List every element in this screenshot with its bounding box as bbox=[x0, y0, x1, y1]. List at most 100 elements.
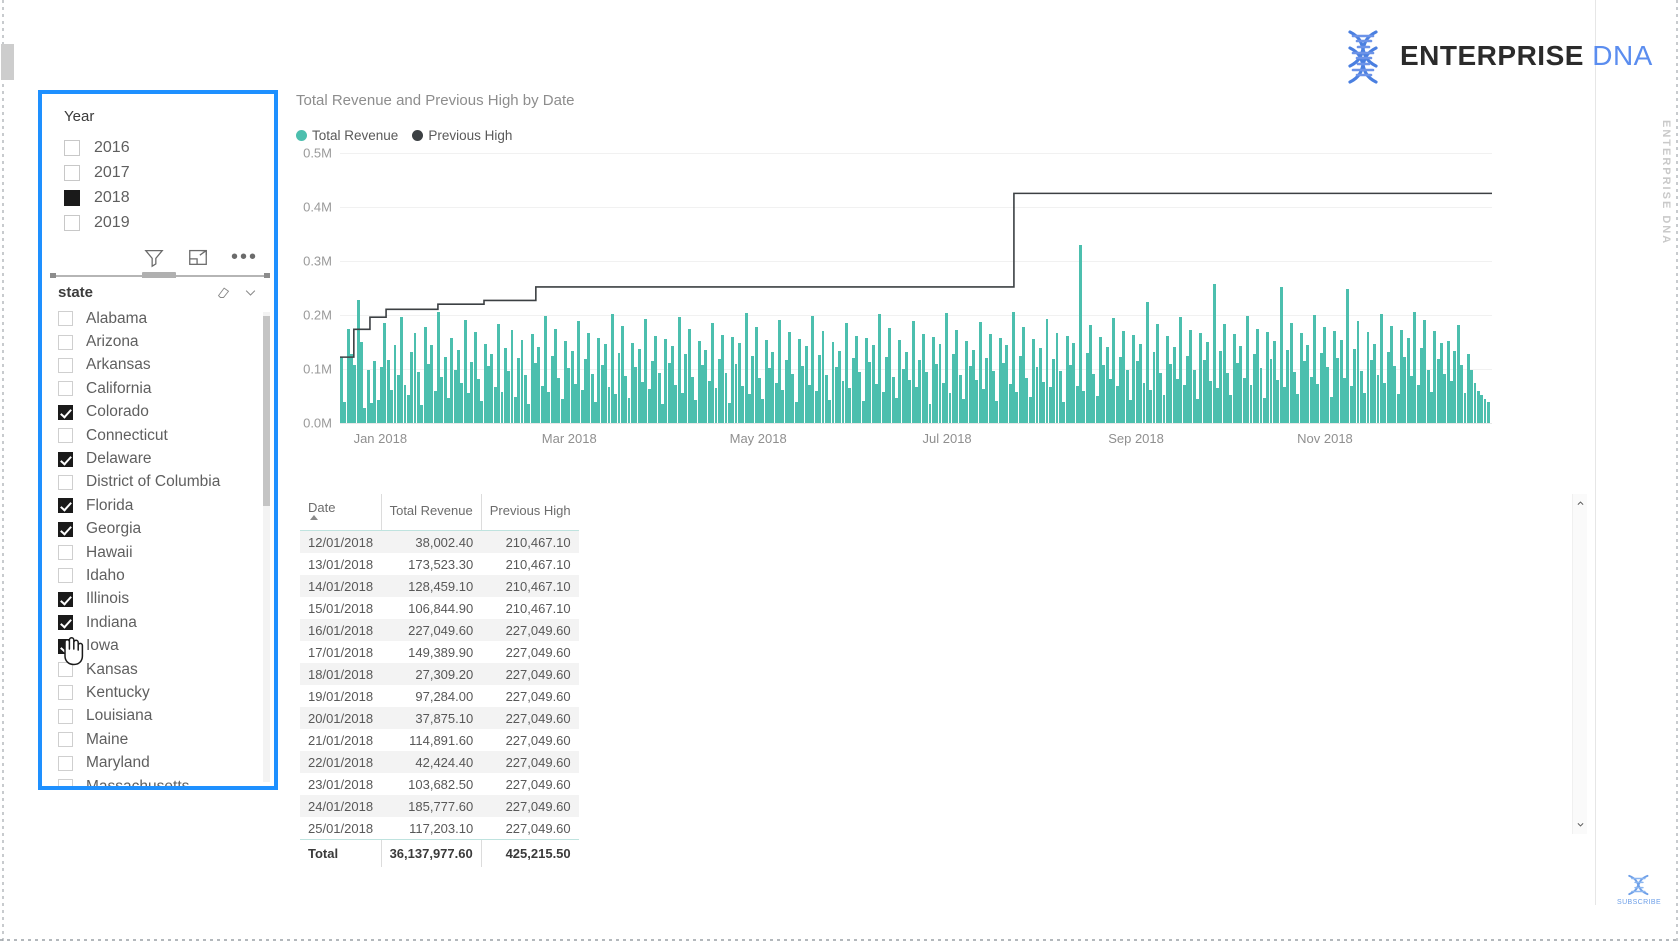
table-total-row: Total 36,137,977.60 425,215.50 bbox=[300, 839, 579, 867]
table-row[interactable]: 15/01/2018 106,844.90 210,467.10 bbox=[300, 597, 579, 619]
table-row[interactable]: 19/01/2018 97,284.00 227,049.60 bbox=[300, 685, 579, 707]
scroll-up-icon[interactable] bbox=[1573, 496, 1588, 511]
table-row[interactable]: 20/01/2018 37,875.10 227,049.60 bbox=[300, 707, 579, 729]
filter-icon[interactable] bbox=[143, 246, 165, 268]
state-slicer[interactable]: state Alabama Arizona Arkansas Californi… bbox=[42, 278, 274, 786]
state-item-district-of-columbia[interactable]: District of Columbia bbox=[58, 471, 274, 494]
subscribe-dna-icon bbox=[1628, 874, 1649, 896]
checkbox-2017[interactable] bbox=[64, 164, 80, 181]
checkbox-california[interactable] bbox=[58, 381, 73, 397]
checkbox-massachusetts[interactable] bbox=[58, 779, 73, 786]
more-options-icon[interactable]: ••• bbox=[231, 247, 258, 267]
table-scrollbar[interactable] bbox=[1572, 494, 1587, 834]
checkbox-connecticut[interactable] bbox=[58, 428, 73, 444]
table-row[interactable]: 12/01/2018 38,002.40 210,467.10 bbox=[300, 530, 579, 553]
checkbox-arizona[interactable] bbox=[58, 334, 73, 350]
year-slicer-header-icons[interactable]: ••• bbox=[42, 242, 274, 272]
cell-total-revenue: 227,049.60 bbox=[381, 619, 482, 641]
checkbox-kansas[interactable] bbox=[58, 662, 73, 678]
state-item-idaho[interactable]: Idaho bbox=[58, 564, 274, 587]
state-item-indiana[interactable]: Indiana bbox=[58, 611, 274, 634]
scroll-down-icon[interactable] bbox=[1573, 817, 1588, 832]
state-item-louisiana[interactable]: Louisiana bbox=[58, 705, 274, 728]
state-item-colorado[interactable]: Colorado bbox=[58, 401, 274, 424]
revenue-table[interactable]: Date Total Revenue Previous High 12/01/2… bbox=[300, 494, 579, 867]
state-label-alabama: Alabama bbox=[86, 309, 148, 327]
checkbox-idaho[interactable] bbox=[58, 568, 73, 584]
y-axis-tick: 0.3M bbox=[303, 253, 332, 269]
state-item-georgia[interactable]: Georgia bbox=[58, 518, 274, 541]
slicer-panel-selected[interactable]: Year 2016 2017 2018 2019 ••• state Alaba… bbox=[38, 90, 278, 790]
state-item-arizona[interactable]: Arizona bbox=[58, 330, 274, 353]
state-slicer-title: state bbox=[58, 284, 94, 301]
table-row[interactable]: 16/01/2018 227,049.60 227,049.60 bbox=[300, 619, 579, 641]
year-item-2016[interactable]: 2016 bbox=[64, 135, 256, 160]
state-item-kansas[interactable]: Kansas bbox=[58, 658, 274, 681]
table-row[interactable]: 24/01/2018 185,777.60 227,049.60 bbox=[300, 795, 579, 817]
checkbox-delaware[interactable] bbox=[58, 451, 73, 467]
focus-mode-icon[interactable] bbox=[187, 246, 209, 268]
column-header-previous-high[interactable]: Previous High bbox=[480, 494, 579, 531]
table-row[interactable]: 18/01/2018 27,309.20 227,049.60 bbox=[300, 663, 579, 685]
checkbox-2018[interactable] bbox=[64, 189, 80, 206]
state-item-hawaii[interactable]: Hawaii bbox=[58, 541, 274, 564]
checkbox-florida[interactable] bbox=[58, 498, 73, 514]
chevron-down-icon[interactable] bbox=[243, 285, 258, 300]
state-item-iowa[interactable]: Iowa bbox=[58, 634, 274, 657]
legend-dot-total-revenue bbox=[296, 130, 307, 141]
state-list[interactable]: Alabama Arizona Arkansas California Colo… bbox=[42, 305, 274, 786]
table-row[interactable]: 23/01/2018 103,682.50 227,049.60 bbox=[300, 773, 579, 795]
checkbox-2019[interactable] bbox=[64, 214, 80, 231]
checkbox-alabama[interactable] bbox=[58, 311, 73, 327]
column-header-date[interactable]: Date bbox=[300, 494, 382, 531]
state-label-arizona: Arizona bbox=[86, 333, 139, 351]
state-item-california[interactable]: California bbox=[58, 377, 274, 400]
state-item-massachusetts[interactable]: Massachusetts bbox=[58, 775, 274, 786]
sort-ascending-icon bbox=[310, 515, 318, 520]
state-slicer-header-icons[interactable] bbox=[216, 285, 258, 300]
checkbox-hawaii[interactable] bbox=[58, 545, 73, 561]
state-item-illinois[interactable]: Illinois bbox=[58, 588, 274, 611]
state-item-maine[interactable]: Maine bbox=[58, 728, 274, 751]
checkbox-indiana[interactable] bbox=[58, 615, 73, 631]
checkbox-arkansas[interactable] bbox=[58, 357, 73, 373]
state-item-delaware[interactable]: Delaware bbox=[58, 447, 274, 470]
checkbox-iowa[interactable] bbox=[58, 638, 73, 654]
state-item-arkansas[interactable]: Arkansas bbox=[58, 354, 274, 377]
column-header-total-revenue[interactable]: Total Revenue bbox=[380, 494, 482, 531]
table-row[interactable]: 13/01/2018 173,523.30 210,467.10 bbox=[300, 553, 579, 575]
table-row[interactable]: 25/01/2018 117,203.10 227,049.60 bbox=[300, 817, 579, 840]
state-item-maryland[interactable]: Maryland bbox=[58, 751, 274, 774]
checkbox-maine[interactable] bbox=[58, 732, 73, 748]
chart-legend[interactable]: Total Revenue Previous High bbox=[296, 128, 1506, 143]
table-row[interactable]: 21/01/2018 114,891.60 227,049.60 bbox=[300, 729, 579, 751]
year-item-2019[interactable]: 2019 bbox=[64, 210, 256, 235]
state-item-kentucky[interactable]: Kentucky bbox=[58, 681, 274, 704]
cell-previous-high: 227,049.60 bbox=[505, 644, 571, 660]
legend-item-total-revenue[interactable]: Total Revenue bbox=[296, 128, 398, 143]
y-axis-tick: 0.0M bbox=[303, 415, 332, 431]
table-row[interactable]: 17/01/2018 149,389.90 227,049.60 bbox=[300, 641, 579, 663]
clear-selection-icon[interactable] bbox=[216, 285, 231, 300]
checkbox-louisiana[interactable] bbox=[58, 708, 73, 724]
table-row[interactable]: 14/01/2018 128,459.10 210,467.10 bbox=[300, 575, 579, 597]
checkbox-district-of-columbia[interactable] bbox=[58, 474, 73, 490]
subscribe-watermark[interactable]: SUBSCRIBE bbox=[1617, 872, 1661, 906]
table-row[interactable]: 22/01/2018 42,424.40 227,049.60 bbox=[300, 751, 579, 773]
state-item-florida[interactable]: Florida bbox=[58, 494, 274, 517]
legend-item-previous-high[interactable]: Previous High bbox=[412, 128, 512, 143]
checkbox-2016[interactable] bbox=[64, 139, 80, 156]
state-item-alabama[interactable]: Alabama bbox=[58, 307, 274, 330]
checkbox-illinois[interactable] bbox=[58, 591, 73, 607]
state-list-scrollbar-thumb[interactable] bbox=[263, 316, 270, 506]
checkbox-georgia[interactable] bbox=[58, 521, 73, 537]
revenue-chart[interactable]: Total Revenue and Previous High by Date … bbox=[296, 92, 1506, 462]
year-item-2018[interactable]: 2018 bbox=[64, 185, 256, 210]
year-item-2017[interactable]: 2017 bbox=[64, 160, 256, 185]
checkbox-kentucky[interactable] bbox=[58, 685, 73, 701]
table-scrollbar-thumb[interactable] bbox=[1, 44, 14, 80]
state-item-connecticut[interactable]: Connecticut bbox=[58, 424, 274, 447]
cell-previous-high: 227,049.60 bbox=[481, 795, 579, 817]
checkbox-colorado[interactable] bbox=[58, 404, 73, 420]
checkbox-maryland[interactable] bbox=[58, 755, 73, 771]
